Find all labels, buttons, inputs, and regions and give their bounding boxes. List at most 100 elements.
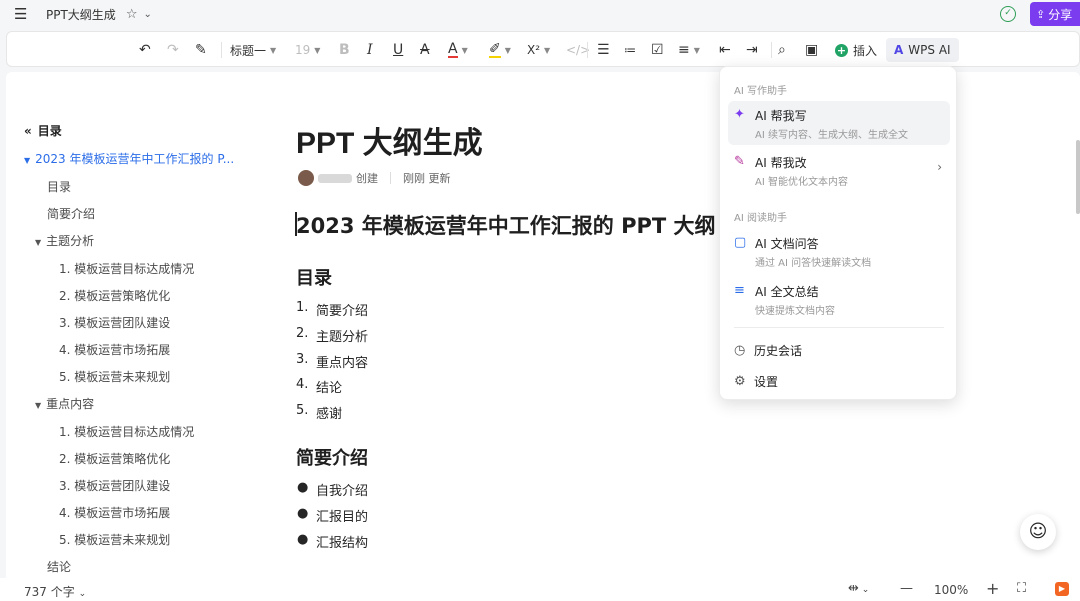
- chevron-down-icon[interactable]: ⌄: [143, 9, 151, 20]
- section-label-write: AI 写作助手: [734, 86, 787, 97]
- formatting-toolbar: ↶ ↷ ✎ 标题一 ▼ 19 ▼ B I U A A ▼ ✐ ▼ X² ▼ </…: [6, 31, 1080, 67]
- outline-item[interactable]: 3. 模板运营团队建设: [59, 314, 170, 331]
- page-title[interactable]: PPT 大纲生成: [296, 118, 483, 162]
- undo-icon[interactable]: ↶: [139, 32, 151, 68]
- ai-doc-qa-item[interactable]: ▢ AI 文档问答 通过 AI 问答快速解读文档: [728, 229, 950, 273]
- wps-ai-button[interactable]: A WPS AI: [886, 38, 959, 62]
- search-icon[interactable]: ⌕: [778, 32, 786, 68]
- format-painter-icon[interactable]: ✎: [195, 32, 207, 68]
- outline-item[interactable]: 5. 模板运营未来规划: [59, 531, 170, 548]
- indent-icon[interactable]: ⇥: [746, 32, 758, 68]
- outline-item[interactable]: ▼ 主题分析: [35, 232, 94, 249]
- superscript-button[interactable]: X² ▼: [527, 32, 550, 68]
- insert-button[interactable]: + 插入: [835, 32, 877, 68]
- outline-item[interactable]: 3. 模板运营团队建设: [59, 477, 170, 494]
- chevron-down-icon: ▼: [314, 45, 321, 55]
- wps-ai-menu: AI 写作助手 ✦ AI 帮我写 AI 续写内容、生成大纲、生成全文 ✎ AI …: [719, 66, 957, 400]
- zoom-in-icon[interactable]: +: [986, 579, 999, 598]
- list-text: 重点内容: [316, 356, 369, 371]
- highlight-button[interactable]: ✐ ▼: [489, 32, 511, 68]
- list-text: 简要介绍: [316, 304, 369, 319]
- share-button[interactable]: ⇪ 分享: [1030, 2, 1080, 26]
- outdent-icon[interactable]: ⇤: [719, 32, 731, 68]
- heading-1[interactable]: 2023 年模板运营年中工作汇报的 PPT 大纲: [295, 210, 716, 240]
- settings-item[interactable]: ⚙ 设置: [734, 373, 778, 390]
- hamburger-menu-icon[interactable]: ☰: [14, 5, 34, 23]
- cloud-sync-icon[interactable]: ✓: [1000, 6, 1016, 22]
- page-width-icon[interactable]: ⇹ ⌄: [848, 581, 869, 596]
- bullet-list-icon[interactable]: ☰: [597, 32, 610, 68]
- toc-heading[interactable]: 目录: [296, 264, 332, 290]
- caret-down-icon[interactable]: ▼: [35, 401, 41, 410]
- list-item[interactable]: 4. 结论: [296, 377, 342, 396]
- zoom-level[interactable]: 100%: [934, 583, 968, 597]
- outline-item[interactable]: 4. 模板运营市场拓展: [59, 504, 170, 521]
- heading-style-label: 标题一: [230, 43, 267, 58]
- ai-help-edit-item[interactable]: ✎ AI 帮我改 AI 智能优化文本内容 ›: [728, 148, 950, 192]
- outline-item[interactable]: 目录: [47, 178, 71, 195]
- avatar[interactable]: [298, 170, 314, 186]
- align-button[interactable]: ≡ ▼: [678, 32, 700, 68]
- ai-help-write-item[interactable]: ✦ AI 帮我写 AI 续写内容、生成大纲、生成全文: [728, 101, 950, 145]
- outline-item[interactable]: 1. 模板运营目标达成情况: [59, 260, 194, 277]
- strikethrough-icon[interactable]: A: [420, 32, 430, 68]
- font-size-select[interactable]: 19 ▼: [295, 32, 320, 68]
- list-item[interactable]: 2. 主题分析: [296, 326, 368, 345]
- bold-icon[interactable]: B: [339, 32, 350, 68]
- list-item[interactable]: ● 汇报目的: [296, 506, 368, 525]
- outline-item-label: 2023 年模板运营年中工作汇报的 P...: [35, 152, 235, 166]
- list-item[interactable]: 1. 简要介绍: [296, 300, 368, 319]
- list-item[interactable]: 5. 感谢: [296, 403, 342, 422]
- redo-icon[interactable]: ↷: [167, 32, 179, 68]
- list-item[interactable]: 3. 重点内容: [296, 352, 368, 371]
- ai-summary-item[interactable]: ≡ AI 全文总结 快速提炼文档内容: [728, 277, 950, 321]
- word-count[interactable]: 737 个字 ⌄: [24, 583, 86, 600]
- intro-heading[interactable]: 简要介绍: [296, 444, 368, 470]
- numbered-list-icon[interactable]: ≔: [624, 32, 636, 68]
- italic-icon[interactable]: I: [367, 32, 373, 68]
- chevron-down-icon: ⌄: [858, 585, 870, 595]
- item-desc: AI 续写内容、生成大纲、生成全文: [755, 130, 908, 141]
- heading-style-select[interactable]: 标题一 ▼: [230, 32, 276, 68]
- caret-down-icon[interactable]: ▼: [24, 156, 30, 165]
- underline-icon[interactable]: U: [393, 32, 403, 68]
- zoom-out-icon[interactable]: —: [900, 581, 913, 596]
- vertical-scrollbar[interactable]: [1076, 140, 1080, 214]
- star-icon[interactable]: ☆: [126, 7, 138, 22]
- checkbox-list-icon[interactable]: ☑: [651, 32, 664, 68]
- outline-item[interactable]: 2. 模板运营策略优化: [59, 450, 170, 467]
- collapse-outline-icon[interactable]: «: [24, 124, 32, 138]
- outline-item-label: 4. 模板运营市场拓展: [59, 343, 171, 357]
- outline-item[interactable]: 5. 模板运营未来规划: [59, 368, 170, 385]
- outline-item-label: 3. 模板运营团队建设: [59, 316, 171, 330]
- outline-item[interactable]: ▼ 重点内容: [35, 395, 94, 412]
- outline-header[interactable]: « 目录: [24, 122, 62, 139]
- play-icon[interactable]: ▶: [1055, 582, 1069, 596]
- outline-item-label: 重点内容: [46, 397, 95, 411]
- font-color-button[interactable]: A ▼: [448, 32, 468, 68]
- document-title[interactable]: PPT大纲生成: [46, 6, 116, 23]
- outline-item-label: 简要介绍: [47, 207, 96, 221]
- list-text: 主题分析: [316, 330, 369, 345]
- summary-list-icon: ≡: [734, 283, 745, 298]
- outline-item[interactable]: 结论: [47, 558, 71, 575]
- list-text: 汇报目的: [316, 510, 369, 525]
- list-text: 汇报结构: [316, 536, 369, 551]
- fullscreen-icon[interactable]: ⛶: [1017, 581, 1026, 596]
- history-clock-icon: ◷: [734, 343, 746, 358]
- outline-item[interactable]: 4. 模板运营市场拓展: [59, 341, 170, 358]
- wps-ai-logo-icon: A: [894, 43, 904, 57]
- outline-item[interactable]: 1. 模板运营目标达成情况: [59, 423, 194, 440]
- comment-icon[interactable]: ▣: [805, 32, 818, 68]
- status-bar: 737 个字 ⌄ ⇹ ⌄ — 100% + ⛶ ▶: [0, 578, 1080, 601]
- list-item[interactable]: ● 汇报结构: [296, 532, 368, 551]
- outline-item-label: 4. 模板运营市场拓展: [59, 506, 171, 520]
- outline-item[interactable]: 简要介绍: [47, 205, 95, 222]
- list-item[interactable]: ● 自我介绍: [296, 480, 368, 499]
- caret-down-icon[interactable]: ▼: [35, 238, 41, 247]
- chevron-down-icon: ▼: [504, 45, 511, 55]
- outline-item[interactable]: ▼ 2023 年模板运营年中工作汇报的 P...: [24, 150, 234, 167]
- history-item[interactable]: ◷ 历史会话: [734, 342, 802, 359]
- outline-item[interactable]: 2. 模板运营策略优化: [59, 287, 170, 304]
- assistant-avatar-icon[interactable]: ☺: [1020, 514, 1056, 550]
